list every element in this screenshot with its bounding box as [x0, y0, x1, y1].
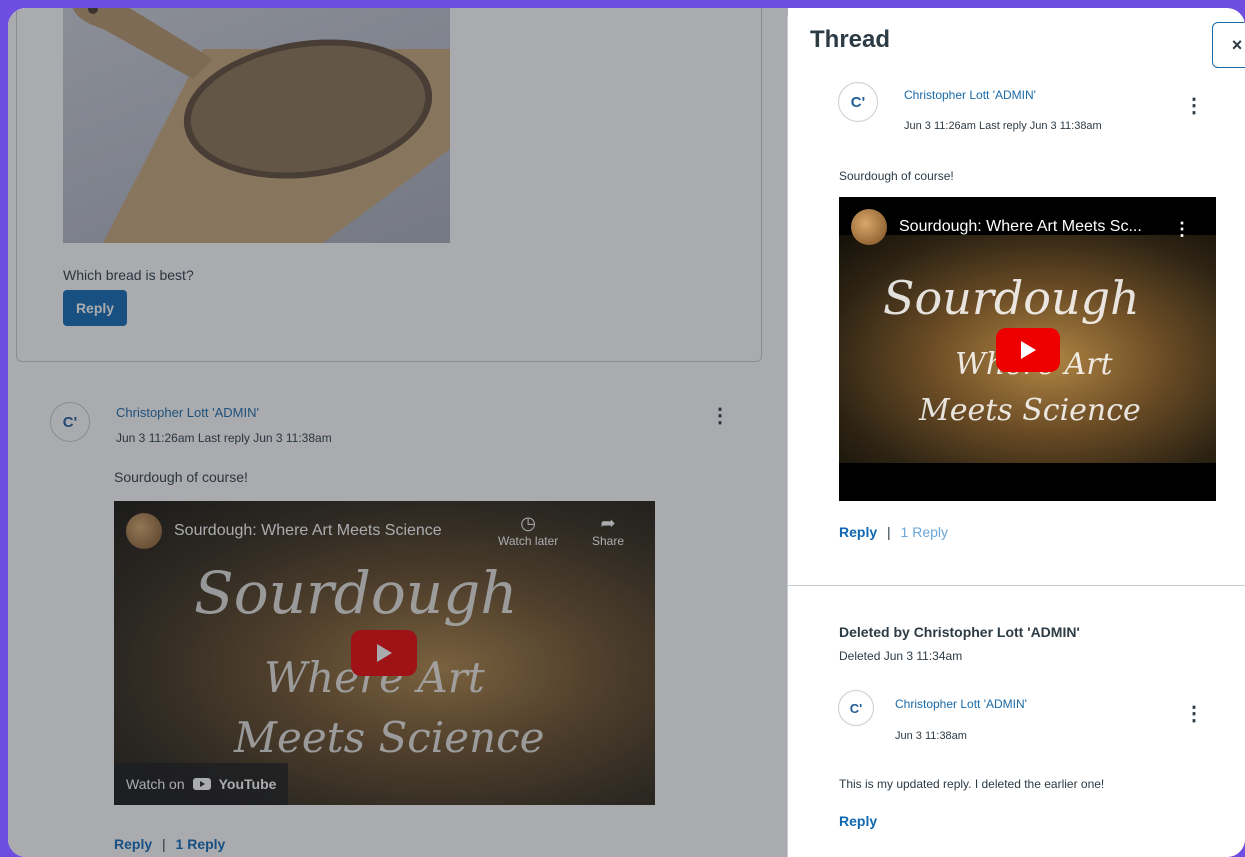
thread-panel: Thread × C' Christopher Lott 'ADMIN' Jun…	[787, 16, 1245, 857]
reply-reply-link[interactable]: Reply	[839, 813, 877, 829]
channel-logo-icon[interactable]	[851, 209, 887, 245]
avatar[interactable]: C'	[838, 690, 874, 726]
play-button[interactable]	[996, 328, 1060, 372]
author-link[interactable]: Christopher Lott 'ADMIN'	[895, 697, 1027, 711]
video-title[interactable]: Sourdough: Where Art Meets Sc...	[899, 218, 1142, 236]
thread-divider	[788, 585, 1245, 586]
deleted-notice-title: Deleted by Christopher Lott 'ADMIN'	[839, 624, 1080, 640]
entry-actions: Reply | 1 Reply	[839, 524, 948, 540]
author-link[interactable]: Christopher Lott 'ADMIN'	[904, 88, 1036, 102]
thread-title: Thread	[810, 26, 891, 53]
play-icon	[1021, 341, 1036, 359]
close-icon[interactable]: ×	[1212, 22, 1245, 68]
action-separator: |	[887, 524, 891, 540]
entry-replies-link[interactable]: 1 Reply	[901, 524, 948, 540]
video-overlay-subtitle-2: Meets Science	[919, 393, 1141, 428]
reply-meta: Jun 3 11:38am	[895, 730, 967, 742]
more-options-icon[interactable]: ⋮	[1184, 704, 1204, 724]
entry-meta: Jun 3 11:26am Last reply Jun 3 11:38am	[904, 120, 1102, 132]
app-frame: Which bread is best? Reply C' Christophe…	[8, 8, 1245, 857]
video-overlay-title: Sourdough	[883, 271, 1140, 325]
youtube-video[interactable]: Sourdough: Where Art Meets Sc... ⋮ Sourd…	[839, 197, 1216, 501]
more-options-icon[interactable]: ⋮	[1184, 96, 1204, 116]
entry-reply-link[interactable]: Reply	[839, 524, 877, 540]
reply-text: This is my updated reply. I deleted the …	[839, 777, 1105, 791]
avatar[interactable]: C'	[838, 82, 878, 122]
reply-actions: Reply	[839, 813, 877, 829]
deleted-notice-meta: Deleted Jun 3 11:34am	[839, 649, 963, 663]
entry-text: Sourdough of course!	[839, 169, 954, 183]
modal-overlay[interactable]	[8, 8, 788, 857]
video-menu-icon[interactable]: ⋮	[1173, 219, 1191, 239]
